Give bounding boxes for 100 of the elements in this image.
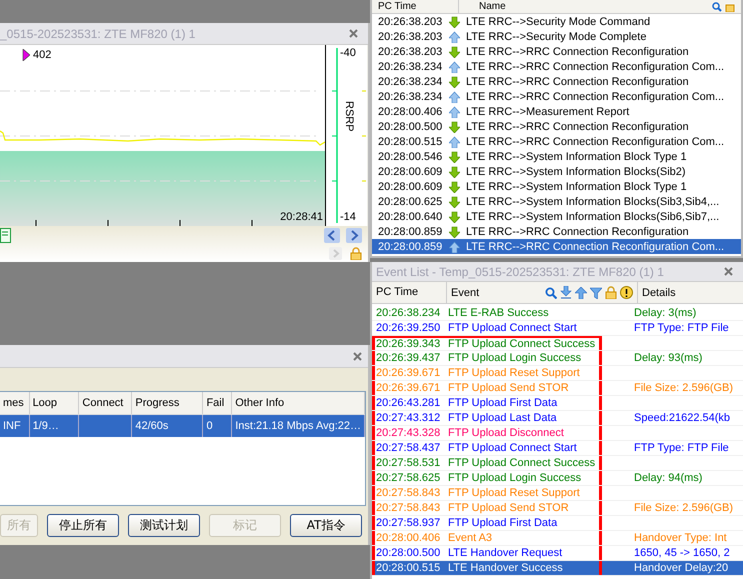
time-text: 20:26:39.343: [376, 338, 442, 350]
message-row[interactable]: 20:28:00.859 LTE RRC-->RRC Connection Reconfiguration: [372, 224, 741, 239]
axis-max-label: -40: [340, 47, 356, 59]
event-row[interactable]: 20:26:38.234 LTE E-RAB Success Delay: 3(ms): [372, 306, 743, 321]
close-icon[interactable]: [349, 29, 358, 38]
time-text: 20:27:58.437: [376, 442, 442, 454]
event-details: Handover Delay:20: [634, 562, 728, 574]
column-header[interactable]: PC Time: [372, 0, 459, 13]
action-button[interactable]: 停止所有: [47, 514, 119, 537]
event-name: FTP Upload Reset Support: [448, 487, 580, 499]
event-details: Speed:21622.54(kb: [634, 412, 730, 424]
event-details: Delay: 93(ms): [634, 352, 702, 364]
message-row[interactable]: 20:26:38.203 LTE RRC-->RRC Connection Reconfiguration: [372, 44, 741, 59]
up-arrow-icon[interactable]: [575, 286, 587, 298]
time-text: 20:28:00.515: [378, 136, 442, 148]
message-row[interactable]: 20:28:00.640 LTE RRC-->System Information Blocks(Sib6,Sib7,...: [372, 209, 741, 224]
event-row[interactable]: 20:26:39.343 FTP Upload Connect Success: [372, 336, 743, 351]
message-row[interactable]: 20:28:00.859 LTE RRC-->RRC Connection Reconfiguration Com...: [372, 239, 741, 254]
column-header[interactable]: Name: [479, 1, 506, 12]
event-name: FTP Upload Send STOR: [448, 502, 569, 514]
search-icon[interactable]: [712, 2, 722, 12]
event-name: FTP Upload Login Success: [448, 472, 582, 484]
time-text: 20:26:38.234: [378, 76, 442, 88]
time-text: 20:28:00.609: [378, 180, 442, 192]
message-row[interactable]: 20:28:00.609 LTE RRC-->System Information Block Type 1: [372, 179, 741, 194]
message-name: LTE RRC-->RRC Connection Reconfiguration: [466, 46, 689, 58]
time-text: 20:26:39.671: [376, 367, 442, 379]
event-name: FTP Upload Last Data: [448, 412, 557, 424]
filter-icon[interactable]: [590, 286, 602, 298]
action-button[interactable]: AT指令: [290, 514, 362, 537]
event-name: FTP Upload First Data: [448, 517, 558, 529]
time-text: 20:26:38.203: [378, 16, 442, 28]
event-details: File Size: 2.596(GB): [634, 502, 734, 514]
time-text: 20:26:39.671: [376, 382, 442, 394]
message-row[interactable]: 20:26:38.234 LTE RRC-->RRC Connection Reconfiguration Com...: [372, 59, 741, 74]
column-header[interactable]: Event: [451, 286, 480, 298]
window-title: _0515-202523531: ZTE MF820 (1) 1: [0, 26, 196, 40]
event-row[interactable]: 20:27:58.531 FTP Upload Connect Success: [372, 456, 743, 471]
table-cell: 1/9…: [32, 420, 59, 432]
time-text: 20:28:00.640: [378, 210, 442, 222]
time-text: 20:26:38.234: [376, 307, 442, 319]
event-row[interactable]: 20:27:58.937 FTP Upload First Data: [372, 516, 743, 531]
column-header[interactable]: PC Time: [372, 282, 447, 303]
event-row[interactable]: 20:27:43.312 FTP Upload Last Data Speed:21622.54(kb: [372, 411, 743, 426]
time-text: 20:27:58.843: [376, 502, 442, 514]
message-name: LTE RRC-->RRC Connection Reconfiguration Com...: [466, 136, 724, 148]
column-header[interactable]: Other Info: [232, 392, 364, 414]
event-name: FTP Upload Disconnect: [448, 427, 564, 439]
event-name: FTP Upload Connect Success: [448, 338, 596, 350]
time-text: 20:28:00.406: [376, 532, 442, 544]
time-text: 20:26:38.203: [378, 46, 442, 58]
message-name: LTE RRC-->RRC Connection Reconfiguration: [466, 76, 689, 88]
message-row[interactable]: 20:28:00.515 LTE RRC-->RRC Connection Reconfiguration Com...: [372, 134, 741, 149]
time-text: 20:27:58.625: [376, 472, 442, 484]
triangle-marker-icon: [22, 49, 30, 61]
axis-min-label: -14: [340, 211, 356, 223]
message-row[interactable]: 20:28:00.500 LTE RRC-->RRC Connection Reconfiguration: [372, 119, 741, 134]
action-button[interactable]: 测试计划: [128, 514, 200, 537]
event-row[interactable]: 20:26:39.437 FTP Upload Login Success Delay: 93(ms): [372, 351, 743, 366]
column-header[interactable]: Progress: [132, 392, 203, 414]
message-name: LTE RRC-->Measurement Report: [466, 106, 630, 118]
column-header[interactable]: mes: [0, 392, 30, 414]
close-icon[interactable]: [724, 267, 733, 276]
message-row[interactable]: 20:26:38.234 LTE RRC-->RRC Connection Reconfiguration: [372, 74, 741, 89]
warning-icon[interactable]: [620, 286, 633, 299]
time-text: 20:26:38.234: [378, 60, 442, 72]
column-header[interactable]: Fail: [202, 392, 232, 414]
event-row[interactable]: 20:27:58.437 FTP Upload Connect Start FTP Type: FTP File: [372, 441, 743, 456]
message-row[interactable]: 20:28:00.546 LTE RRC-->System Information Block Type 1: [372, 149, 741, 164]
event-details: 1650, 45 -> 1650, 2: [634, 547, 730, 559]
message-name: LTE RRC-->RRC Connection Reconfiguration: [466, 120, 689, 132]
message-row[interactable]: 20:28:00.406 LTE RRC-->Measurement Report: [372, 104, 741, 119]
time-text: 20:26:39.437: [376, 352, 442, 364]
time-text: 20:27:58.937: [376, 517, 442, 529]
time-text: 20:28:00.515: [376, 562, 442, 574]
message-name: LTE RRC-->RRC Connection Reconfiguration Com...: [466, 90, 724, 102]
event-name: FTP Upload Connect Success: [448, 457, 596, 469]
event-row[interactable]: 20:28:00.515 LTE Handover Success Handover Delay:20: [372, 561, 743, 576]
message-row[interactable]: 20:28:00.625 LTE RRC-->System Information Blocks(Sib3,Sib4,...: [372, 194, 741, 209]
event-details: FTP Type: FTP File: [634, 322, 729, 334]
message-row[interactable]: 20:26:38.203 LTE RRC-->Security Mode Command: [372, 14, 741, 29]
table-cell: INF: [3, 420, 21, 432]
search-icon[interactable]: [545, 286, 557, 298]
download-icon[interactable]: [560, 286, 572, 299]
event-row[interactable]: 20:26:43.281 FTP Upload First Data: [372, 396, 743, 411]
column-header[interactable]: Loop: [29, 392, 79, 414]
time-text: 20:27:43.312: [376, 412, 442, 424]
time-text: 20:28:00.500: [378, 120, 442, 132]
event-row[interactable]: 20:27:58.625 FTP Upload Login Success Delay: 94(ms): [372, 471, 743, 486]
message-row[interactable]: 20:26:38.203 LTE RRC-->Security Mode Complete: [372, 29, 741, 44]
column-header[interactable]: Connect: [78, 392, 132, 414]
event-row[interactable]: 20:26:39.250 FTP Upload Connect Start FTP Type: FTP File: [372, 321, 743, 336]
event-row[interactable]: 20:27:43.328 FTP Upload Disconnect: [372, 426, 743, 441]
close-icon[interactable]: [353, 352, 362, 360]
time-text: 20:26:38.234: [378, 90, 442, 102]
message-name: LTE RRC-->RRC Connection Reconfiguration: [466, 226, 689, 238]
time-text: 20:28:00.500: [376, 547, 442, 559]
message-row[interactable]: 20:28:00.609 LTE RRC-->System Information Blocks(Sib2): [372, 164, 741, 179]
message-row[interactable]: 20:26:38.234 LTE RRC-->RRC Connection Reconfiguration Com...: [372, 89, 741, 104]
column-header[interactable]: Details: [638, 286, 676, 298]
